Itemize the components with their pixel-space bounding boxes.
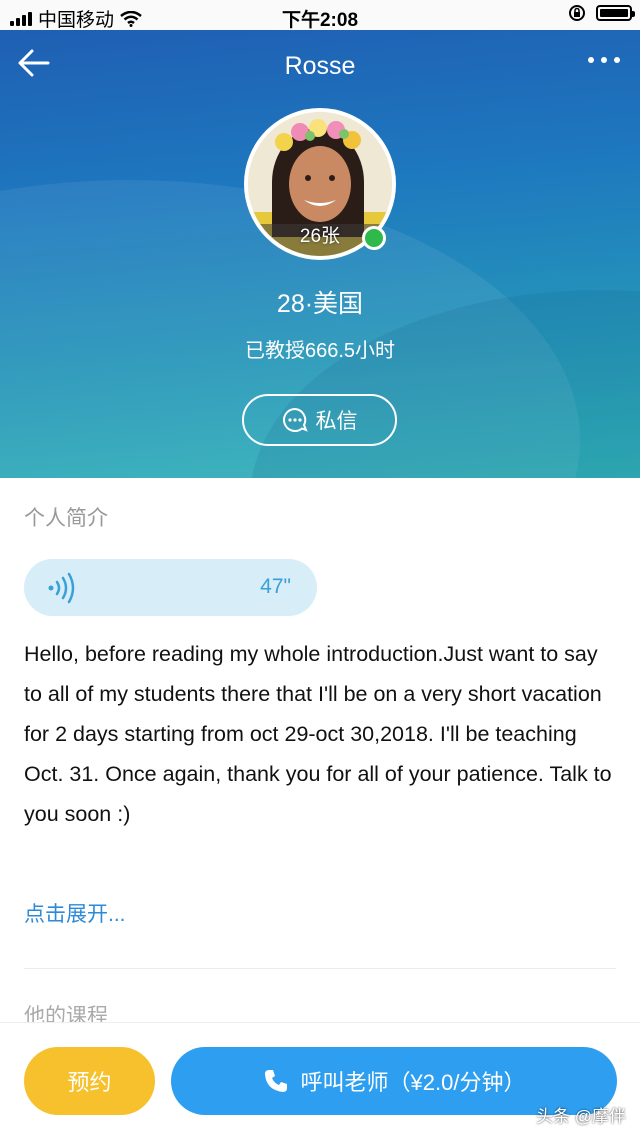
phone-icon bbox=[264, 1070, 287, 1092]
watermark: 头条 @摩伴 bbox=[536, 1107, 626, 1126]
intro-section-title: 个人简介 bbox=[24, 507, 108, 530]
orientation-lock-icon bbox=[569, 5, 585, 21]
intro-text: Hello, before reading my whole introduct… bbox=[24, 642, 612, 826]
avatar-container[interactable]: 26张 bbox=[244, 108, 396, 260]
status-right bbox=[568, 4, 635, 22]
online-status-dot bbox=[362, 226, 386, 250]
status-time: 下午2:08 bbox=[281, 10, 359, 31]
more-dots-icon bbox=[588, 57, 620, 63]
message-button-label: 私信 bbox=[315, 410, 358, 433]
sound-wave-icon bbox=[48, 572, 75, 604]
call-button-label: 呼叫老师（¥2.0/分钟） bbox=[300, 1070, 526, 1095]
status-bar: 中国移动 下午2:08 bbox=[0, 0, 640, 31]
teaching-hours-label: 已教授666.5小时 bbox=[244, 340, 396, 362]
divider bbox=[24, 968, 616, 969]
more-button[interactable] bbox=[584, 52, 624, 76]
profile-header: Rosse 26张 28·美国 已教授666.5小时 私信 bbox=[0, 30, 640, 478]
chat-bubble-icon bbox=[282, 407, 308, 432]
age-country-label: 28·美国 bbox=[276, 290, 364, 318]
book-button[interactable]: 预约 bbox=[24, 1047, 155, 1115]
book-button-label: 预约 bbox=[67, 1070, 112, 1095]
expand-link[interactable]: 点击展开... bbox=[24, 898, 126, 928]
audio-duration: 47" bbox=[260, 575, 291, 598]
message-button[interactable]: 私信 bbox=[242, 394, 397, 446]
page-title: Rosse bbox=[284, 52, 356, 80]
battery-icon bbox=[596, 5, 635, 21]
audio-intro-player[interactable]: 47" bbox=[24, 559, 317, 616]
